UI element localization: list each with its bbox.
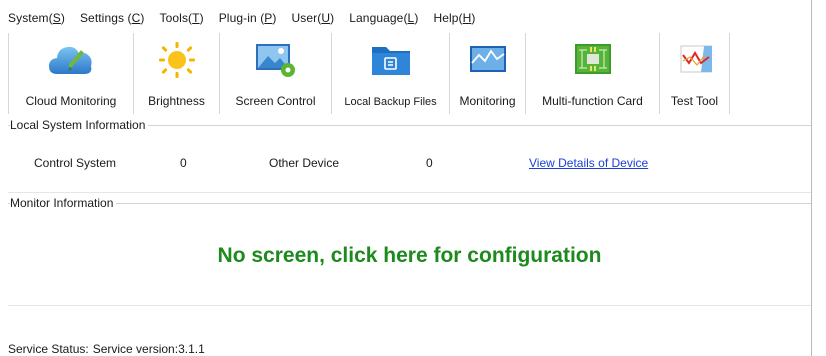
- menu-tools[interactable]: Tools(T): [160, 11, 204, 25]
- local-backup-files-button[interactable]: Local Backup Files: [332, 33, 450, 114]
- brightness-button[interactable]: Brightness: [134, 33, 220, 114]
- screen-control-button[interactable]: Screen Control: [220, 33, 332, 114]
- multi-function-card-label: Multi-function Card: [542, 94, 643, 108]
- toolbar: Cloud Monitoring Brightness Screen Contr…: [8, 33, 730, 114]
- other-device-count: 0: [426, 156, 433, 170]
- configure-screen-link[interactable]: No screen, click here for configuration: [8, 244, 811, 268]
- monitor-info-group: Monitor Information No screen, click her…: [8, 196, 811, 306]
- test-tool-button[interactable]: Test Tool: [660, 33, 730, 114]
- service-status-label: Service Status:: [8, 342, 89, 356]
- cloud-icon: [49, 46, 92, 74]
- other-device-label: Other Device: [269, 156, 340, 170]
- sun-icon: [158, 42, 195, 78]
- menu-plugin[interactable]: Plug-in (P): [219, 11, 277, 25]
- menu-settings[interactable]: Settings (C): [80, 11, 145, 25]
- app-window: System(S) Settings (C) Tools(T) Plug-in …: [0, 0, 812, 356]
- monitoring-button[interactable]: Monitoring: [450, 33, 526, 114]
- screen-gear-icon: [255, 44, 295, 77]
- circuit-board-icon: [574, 44, 611, 74]
- status-bar: Service Status: Service version:3.1.1: [8, 342, 205, 356]
- multi-function-card-button[interactable]: Multi-function Card: [526, 33, 660, 114]
- local-system-info-group: Local System Information Control System …: [8, 118, 811, 193]
- local-system-info-title: Local System Information: [10, 118, 149, 132]
- control-system-count: 0: [180, 156, 187, 170]
- screen-control-label: Screen Control: [235, 94, 316, 108]
- menu-help[interactable]: Help(H): [433, 11, 475, 25]
- monitor-chart-icon: [469, 46, 506, 72]
- folder-icon: [371, 47, 410, 75]
- service-version: Service version:3.1.1: [92, 342, 205, 356]
- test-chart-icon: [680, 45, 712, 73]
- menu-language[interactable]: Language(L): [349, 11, 418, 25]
- control-system-label: Control System: [34, 156, 117, 170]
- menu-bar: System(S) Settings (C) Tools(T) Plug-in …: [8, 8, 491, 28]
- local-backup-files-label: Local Backup Files: [344, 96, 437, 108]
- test-tool-label: Test Tool: [670, 94, 719, 108]
- monitoring-label: Monitoring: [459, 94, 516, 108]
- monitor-info-title: Monitor Information: [10, 196, 117, 210]
- menu-user[interactable]: User(U): [292, 11, 335, 25]
- menu-system[interactable]: System(S): [8, 11, 65, 25]
- view-details-link[interactable]: View Details of Device: [529, 156, 648, 170]
- cloud-monitoring-label: Cloud Monitoring: [25, 94, 117, 108]
- cloud-monitoring-button[interactable]: Cloud Monitoring: [8, 33, 134, 114]
- brightness-label: Brightness: [148, 94, 205, 108]
